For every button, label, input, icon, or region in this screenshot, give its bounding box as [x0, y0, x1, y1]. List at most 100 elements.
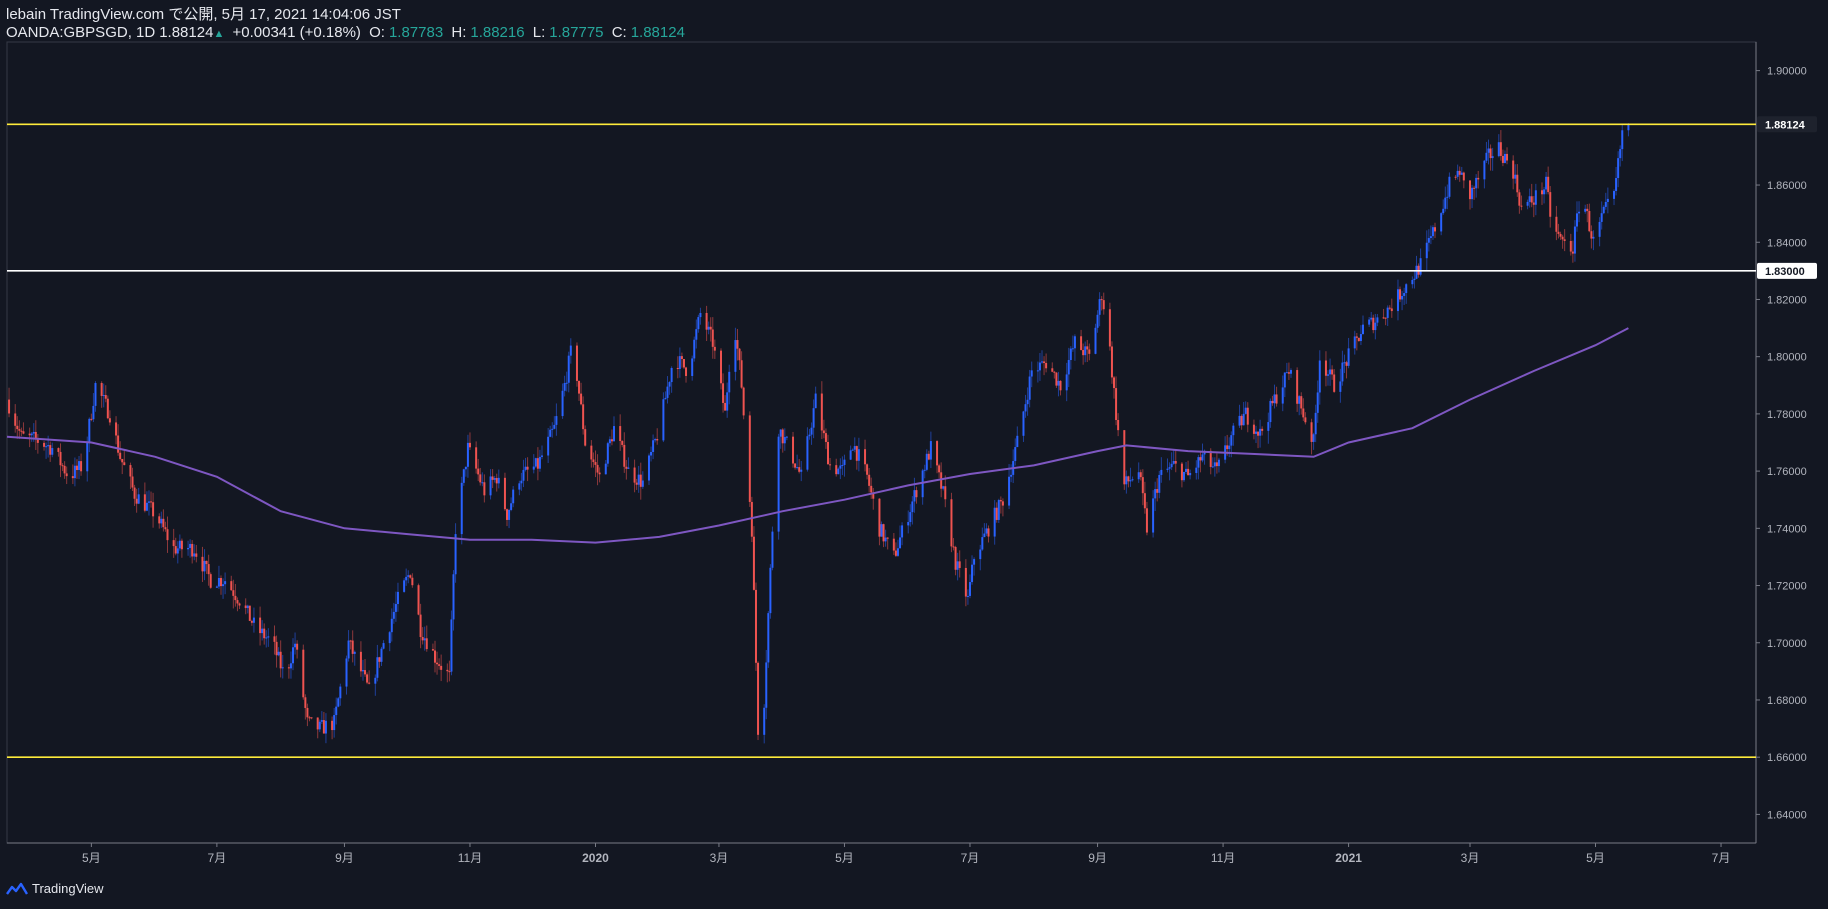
candle-body — [1287, 372, 1290, 374]
candle-body — [18, 429, 21, 431]
candle-body — [868, 474, 871, 486]
candle-body — [1242, 413, 1245, 426]
candle-body — [1588, 211, 1591, 232]
candle-body — [565, 382, 568, 384]
candle-body — [1261, 428, 1264, 431]
candle-body — [995, 507, 998, 520]
candle-body — [549, 429, 552, 437]
candle-body — [1458, 170, 1461, 175]
candle-body — [968, 582, 971, 596]
price-label: 1.88124 — [1765, 119, 1806, 131]
price-chart[interactable]: 1.88124 1.83000 1.90000 1.86000 1.84000 1.82… — [0, 0, 1828, 909]
candle-body — [915, 490, 918, 498]
candle-body — [899, 537, 902, 549]
candle-body — [1254, 431, 1257, 434]
candle-body — [1246, 407, 1249, 425]
candle-body — [713, 346, 716, 351]
x-tick-label: 2020 — [582, 851, 609, 865]
x-tick-label: 5月 — [835, 851, 854, 865]
candle-body — [1024, 404, 1027, 412]
candle-body — [115, 422, 118, 436]
candle-body — [792, 436, 795, 464]
candle-body — [987, 528, 990, 537]
candle-body — [1559, 233, 1562, 237]
candle-body — [1545, 176, 1548, 190]
candle-body — [14, 413, 17, 426]
candle-body — [619, 426, 622, 442]
candle-body — [65, 473, 68, 477]
candle-body — [452, 574, 455, 620]
candle-body — [693, 339, 696, 359]
candle-body — [520, 480, 523, 484]
candle-body — [1584, 208, 1587, 212]
candle-body — [133, 487, 136, 499]
candle-body — [1586, 208, 1589, 212]
candle-body — [1561, 236, 1564, 240]
candle-body — [16, 425, 19, 430]
candle-body — [1069, 348, 1072, 361]
candle-body — [722, 383, 725, 403]
candle-body — [306, 707, 309, 718]
candle-body — [526, 466, 529, 470]
candle-body — [849, 450, 852, 460]
candle-body — [1226, 445, 1229, 450]
candle-body — [1166, 468, 1169, 470]
candle-body — [1185, 468, 1188, 472]
candle-body — [337, 698, 340, 707]
candle-body — [261, 628, 264, 634]
candle-body — [347, 640, 350, 659]
candle-body — [1051, 368, 1054, 372]
candle-body — [709, 326, 712, 330]
candle-body — [1010, 474, 1013, 477]
candle-body — [364, 670, 367, 675]
candle-body — [855, 446, 858, 461]
candle-body — [1382, 317, 1385, 319]
candle-body — [205, 560, 208, 565]
low-value: 1.87775 — [549, 24, 604, 41]
candle-body — [94, 383, 97, 406]
y-tick-label: 1.76000 — [1767, 466, 1807, 478]
candle-body — [180, 540, 183, 550]
candle-body — [1316, 392, 1319, 413]
candle-body — [1113, 377, 1116, 389]
candle-body — [236, 600, 239, 604]
candle-body — [339, 686, 342, 699]
candle-body — [405, 576, 408, 581]
candle-body — [1318, 360, 1321, 393]
candle-body — [785, 436, 788, 438]
candle-body — [1125, 476, 1128, 485]
candle-body — [853, 446, 856, 450]
candle-body — [1617, 158, 1620, 179]
candle-body — [886, 537, 889, 539]
candle-body — [1431, 227, 1434, 237]
candle-body — [695, 329, 698, 340]
candle-body — [584, 429, 587, 446]
horizontal-lines-layer[interactable]: 1.88124 1.83000 — [7, 116, 1817, 758]
footer-brand[interactable]: TradingView — [6, 881, 104, 896]
candle-body — [925, 453, 928, 470]
candle-body — [779, 429, 782, 437]
candle-body — [956, 561, 959, 570]
candle-body — [224, 581, 227, 585]
candle-body — [61, 465, 64, 467]
candle-body — [580, 393, 583, 405]
candle-body — [814, 393, 817, 409]
candle-body — [534, 458, 537, 467]
candle-body — [1259, 428, 1262, 436]
candle-body — [1088, 349, 1091, 354]
candle-body — [1547, 176, 1550, 193]
candle-body — [106, 398, 109, 419]
candle-body — [623, 444, 626, 467]
candle-body — [635, 482, 638, 485]
candle-body — [1324, 360, 1327, 376]
candle-body — [1300, 396, 1303, 409]
candle-body — [150, 501, 153, 503]
candle-body — [215, 586, 218, 588]
y-tick-label: 1.70000 — [1767, 638, 1807, 650]
candle-body — [518, 483, 521, 490]
price-label: 1.83000 — [1765, 266, 1805, 278]
candle-body — [316, 717, 319, 730]
candle-body — [1415, 265, 1418, 279]
candle-body — [1230, 435, 1233, 446]
candle-body — [1084, 346, 1087, 356]
